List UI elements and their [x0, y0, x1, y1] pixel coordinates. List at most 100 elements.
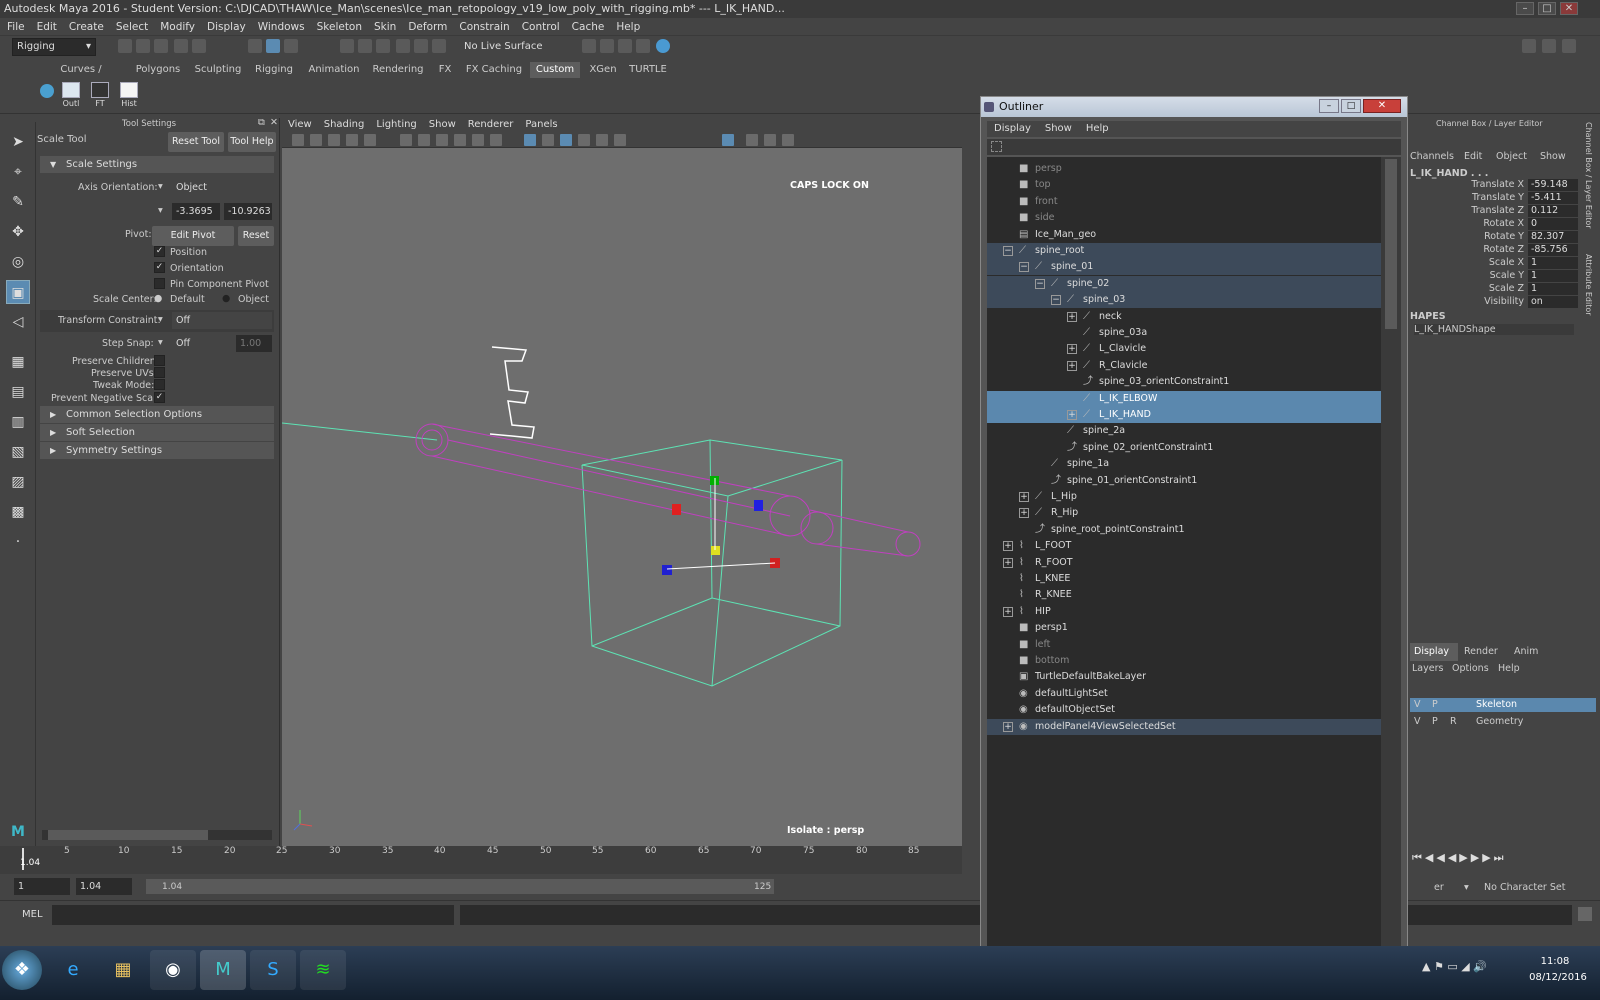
safe-action-icon[interactable] [490, 134, 502, 146]
tab-turtle[interactable]: TURTLE [626, 62, 670, 78]
wireframe-on-shaded-icon[interactable] [560, 134, 572, 146]
chevron-down-icon[interactable]: ▾ [158, 205, 163, 216]
channel-attr-value[interactable]: -5.411 [1528, 192, 1578, 204]
axis-orientation-dropdown[interactable]: Object [172, 179, 272, 196]
outliner-row[interactable]: − ⟋ spine_root [987, 243, 1381, 259]
outliner-row[interactable]: + ⟋ neck [987, 309, 1381, 325]
channel-attr-name[interactable]: Rotate Z [1410, 244, 1524, 255]
snap-live-icon[interactable] [414, 39, 428, 53]
camera-icon[interactable] [292, 134, 304, 146]
reset-pivot-button[interactable]: Reset [238, 226, 274, 246]
outliner-row[interactable]: ◉ defaultObjectSet [987, 702, 1381, 718]
shape-name[interactable]: L_IK_HANDShape [1414, 324, 1574, 335]
graph-layout-icon[interactable]: ▨ [6, 470, 30, 494]
outliner-row[interactable]: + ⟋ L_IK_HAND [987, 407, 1381, 423]
maya-taskbar-icon[interactable]: M [200, 950, 246, 990]
command-input[interactable] [52, 905, 454, 925]
chevron-down-icon[interactable]: ▾ [158, 337, 163, 348]
maximize-button[interactable]: □ [1341, 99, 1361, 113]
outliner-row[interactable]: ⟋ L_IK_ELBOW [987, 390, 1381, 407]
expand-icon[interactable]: + [1003, 557, 1013, 568]
menu-windows[interactable]: Windows [251, 18, 310, 33]
move-tool-icon[interactable]: ✥ [6, 220, 30, 244]
image-plane-icon[interactable] [346, 134, 358, 146]
viewport-menu-show[interactable]: Show [423, 118, 462, 132]
channel-attr-value[interactable]: 1 [1528, 270, 1578, 282]
range-start-field[interactable]: 1.04 [76, 878, 132, 895]
channel-menu-channels[interactable]: Channels [1410, 151, 1454, 162]
close-button[interactable]: ✕ [1560, 2, 1578, 15]
outliner-search-input[interactable] [987, 139, 1401, 155]
default-radio[interactable]: ● [154, 293, 162, 304]
tab-custom[interactable]: Custom [530, 62, 580, 78]
select-tool-icon[interactable]: ➤ [6, 130, 30, 154]
viewport-menu-panels[interactable]: Panels [519, 118, 563, 132]
outliner-row[interactable]: ⤴ spine_root_pointConstraint1 [987, 522, 1381, 538]
tab-rendering[interactable]: Rendering [370, 62, 426, 78]
outliner-row[interactable]: + ◉ modelPanel4ViewSelectedSet [987, 718, 1381, 735]
outliner-layout-icon[interactable]: ▧ [6, 440, 30, 464]
tab-fx[interactable]: FX [432, 62, 458, 78]
expand-icon[interactable]: + [1003, 541, 1013, 552]
tool-help-button[interactable]: Tool Help [228, 132, 276, 152]
bookmark-icon[interactable] [328, 134, 340, 146]
outliner-row[interactable]: + ⟋ R_Hip [987, 505, 1381, 521]
tab-xgen[interactable]: XGen [584, 62, 622, 78]
outliner-menu-display[interactable]: Display [987, 121, 1038, 137]
script-editor-icon[interactable] [1578, 907, 1592, 921]
grid-icon[interactable] [400, 134, 412, 146]
outliner-row[interactable]: ■ bottom [987, 653, 1381, 669]
tray-icons[interactable]: ▲ ⚑ ▭ ◢ 🔊 [1422, 960, 1487, 973]
axis-x-field[interactable]: -3.3695 [172, 203, 220, 220]
object-radio[interactable]: ● [222, 293, 230, 304]
channel-attr-name[interactable]: Rotate X [1410, 218, 1524, 229]
hypershade-icon[interactable] [656, 39, 670, 53]
snap-curve-icon[interactable] [358, 39, 372, 53]
character-set-field[interactable]: No Character Set [1484, 882, 1565, 893]
menu-modify[interactable]: Modify [153, 18, 200, 33]
blue-handle[interactable] [662, 565, 672, 575]
workspace-icon[interactable] [1522, 39, 1536, 53]
tab-animation[interactable]: Animation [306, 62, 362, 78]
menu-skeleton[interactable]: Skeleton [310, 18, 367, 33]
outliner-row[interactable]: + ⟋ R_Clavicle [987, 358, 1381, 374]
xray-joints-icon[interactable] [764, 134, 776, 146]
tweak-mode-checkbox[interactable] [154, 379, 165, 390]
collapse-icon[interactable]: − [1035, 278, 1045, 289]
tab-curves-surfaces[interactable]: Curves / Surfaces [38, 62, 124, 91]
save-scene-icon[interactable] [154, 39, 168, 53]
outliner-row[interactable]: ⟋ spine_03a [987, 325, 1381, 341]
menu-create[interactable]: Create [62, 18, 109, 33]
outliner-shelf-button[interactable]: Outl [60, 82, 82, 110]
channel-attr-name[interactable]: Scale Y [1410, 270, 1524, 281]
preserve-children-checkbox[interactable] [154, 355, 165, 366]
viewport-menu-view[interactable]: View [282, 118, 318, 132]
expand-icon[interactable]: + [1067, 344, 1077, 355]
select-component-icon[interactable] [284, 39, 298, 53]
channel-attr-name[interactable]: Translate Y [1410, 192, 1524, 203]
snap-point-icon[interactable] [376, 39, 390, 53]
channel-attr-name[interactable]: Translate Z [1410, 205, 1524, 216]
layer-playback[interactable]: P [1432, 716, 1438, 727]
soft-selection-section[interactable]: ▶ Soft Selection [40, 424, 274, 441]
xray-active-icon[interactable] [782, 134, 794, 146]
resolution-gate-icon[interactable] [436, 134, 448, 146]
float-panel-icon[interactable]: ⧉ [258, 117, 265, 128]
chevron-down-icon[interactable]: ▾ [1464, 882, 1469, 893]
outliner-row[interactable]: ⌇ R_KNEE [987, 587, 1381, 603]
axis-y-field[interactable]: -10.9263 [224, 203, 272, 220]
snap-grid-icon[interactable] [340, 39, 354, 53]
channel-attr-name[interactable]: Rotate Y [1410, 231, 1524, 242]
scale-settings-section[interactable]: ▼ Scale Settings [40, 156, 274, 173]
paint-select-icon[interactable]: ✎ [6, 190, 30, 214]
menu-file[interactable]: File [0, 18, 30, 33]
last-tool-icon[interactable]: ◁ [6, 310, 30, 334]
outliner-row[interactable]: ◉ defaultLightSet [987, 686, 1381, 702]
channel-attr-value[interactable]: 1 [1528, 257, 1578, 269]
outliner-row[interactable]: + ⌇ HIP [987, 604, 1381, 620]
live-surface-field[interactable]: No Live Surface [460, 39, 546, 56]
expand-icon[interactable]: + [1019, 508, 1029, 519]
more-layouts-icon[interactable]: · [6, 530, 30, 554]
smooth-shade-icon[interactable] [542, 134, 554, 146]
snap-surface-icon[interactable] [432, 39, 446, 53]
